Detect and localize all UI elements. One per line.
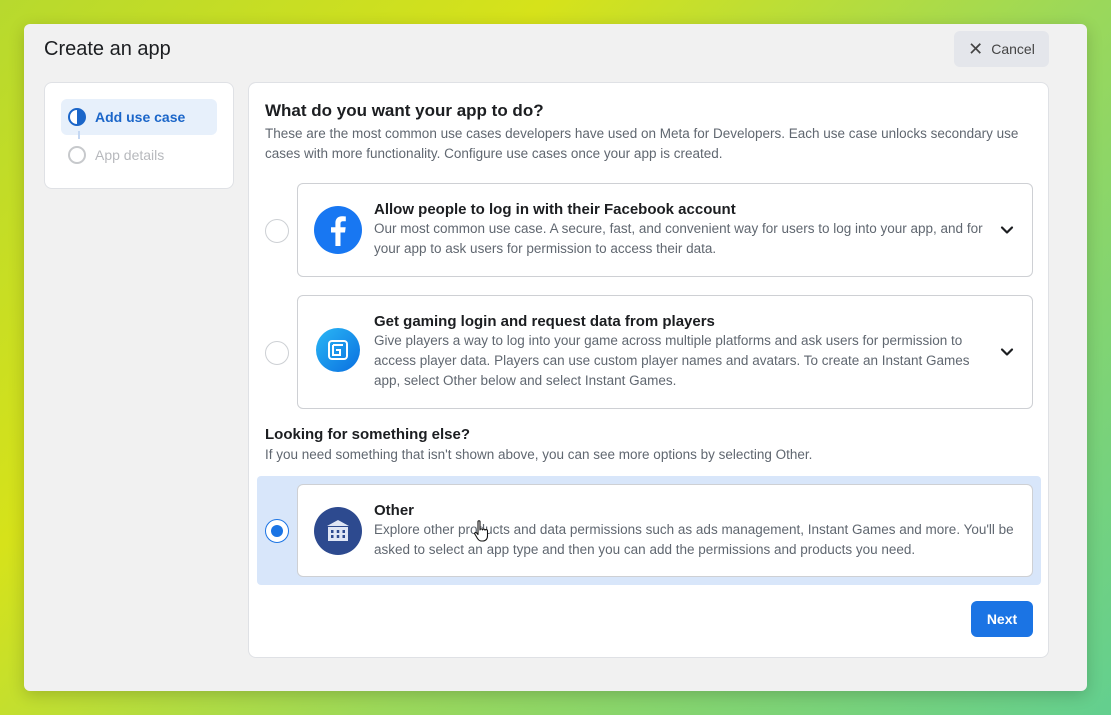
chevron-down-icon[interactable]: [1000, 223, 1014, 237]
question-description: These are the most common use cases deve…: [265, 126, 1019, 161]
use-case-panel: What do you want your app to do? These a…: [248, 82, 1049, 658]
building-icon: [314, 507, 362, 555]
facebook-logo-icon: [314, 206, 362, 254]
card-title: Get gaming login and request data from p…: [374, 313, 715, 330]
gaming-icon: [316, 328, 360, 372]
card-title: Other: [374, 502, 415, 519]
cancel-button[interactable]: ✕ Cancel: [954, 31, 1049, 67]
use-case-card-facebook-login[interactable]: Allow people to log in with their Facebo…: [297, 183, 1033, 277]
step-label: App details: [95, 147, 165, 163]
steps-panel: Add use case App details: [44, 82, 234, 189]
step-add-use-case[interactable]: Add use case: [61, 99, 217, 135]
else-description: If you need something that isn't shown a…: [265, 447, 813, 462]
create-app-dialog: Create an app ✕ Cancel Add use case App …: [24, 24, 1087, 691]
step-empty-icon: [68, 146, 86, 164]
radio-gaming-login[interactable]: [265, 341, 289, 365]
hand-cursor-icon: [474, 520, 489, 542]
dialog-title: Create an app: [44, 38, 171, 60]
card-description: Give players a way to log into your game…: [374, 333, 970, 388]
chevron-down-icon[interactable]: [1000, 345, 1014, 359]
card-title: Allow people to log in with their Facebo…: [374, 201, 736, 218]
use-case-card-other[interactable]: Other Explore other products and data pe…: [297, 484, 1033, 577]
step-progress-icon: [68, 108, 86, 126]
step-label: Add use case: [95, 109, 186, 125]
step-app-details: App details: [61, 137, 217, 173]
cancel-label: Cancel: [991, 41, 1035, 57]
else-title: Looking for something else?: [265, 426, 471, 443]
card-description: Our most common use case. A secure, fast…: [374, 221, 983, 256]
question-title: What do you want your app to do?: [265, 101, 544, 120]
next-button[interactable]: Next: [971, 601, 1033, 637]
use-case-card-gaming-login[interactable]: Get gaming login and request data from p…: [297, 295, 1033, 409]
close-icon: ✕: [968, 39, 984, 59]
radio-other[interactable]: [265, 519, 289, 543]
card-description: Explore other products and data permissi…: [374, 522, 1014, 557]
radio-facebook-login[interactable]: [265, 219, 289, 243]
